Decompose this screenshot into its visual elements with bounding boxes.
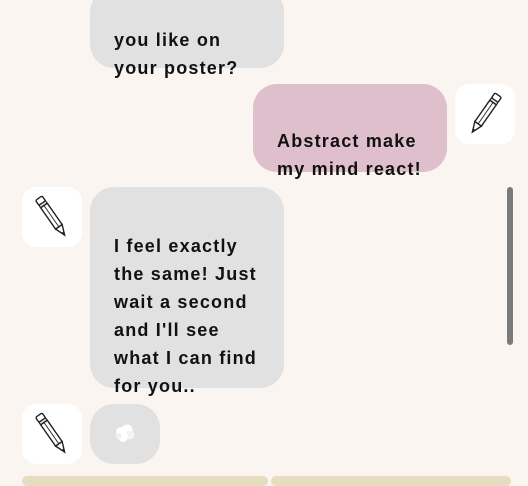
quick-reply-option[interactable] xyxy=(271,476,511,486)
user-message-bubble: Abstract make my mind react! xyxy=(253,84,447,179)
bot-message-text: I feel exactly the same! Just wait a sec… xyxy=(114,236,258,396)
chat-scrollbar[interactable] xyxy=(507,187,513,345)
bot-avatar xyxy=(22,187,82,247)
loading-puff-icon xyxy=(116,424,135,442)
typing-indicator xyxy=(90,404,160,464)
bot-message-text: you like on your poster? xyxy=(114,30,239,78)
bot-message-bubble: you like on your poster? xyxy=(90,0,284,78)
bot-avatar xyxy=(22,404,82,464)
bot-message-bubble: I feel exactly the same! Just wait a sec… xyxy=(90,187,284,396)
pencil-icon xyxy=(35,195,66,237)
user-message-text: Abstract make my mind react! xyxy=(277,131,422,179)
user-avatar xyxy=(455,84,515,144)
pencil-icon xyxy=(471,92,502,134)
pencil-icon xyxy=(35,412,66,454)
quick-reply-option[interactable] xyxy=(22,476,268,486)
